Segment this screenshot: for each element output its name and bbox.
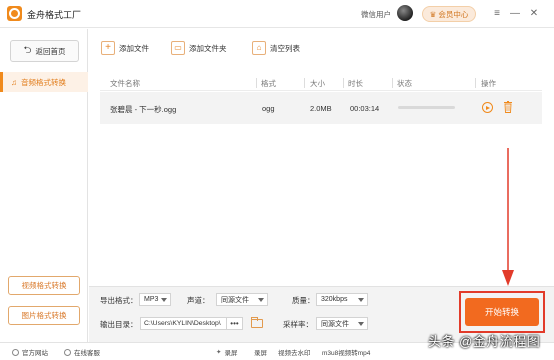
column-divider xyxy=(256,78,257,88)
sample-rate-select[interactable]: 同源文件 xyxy=(316,317,368,330)
crown-icon: ♛ xyxy=(429,9,437,19)
header-size: 大小 xyxy=(310,79,325,88)
back-arrow-icon: ⮌ xyxy=(23,44,32,56)
clear-list-label: 清空列表 xyxy=(270,43,300,53)
image-convert-button[interactable]: 图片格式转换 xyxy=(8,306,80,325)
sidebar-item-audio-convert[interactable]: ♫ 音频格式转换 xyxy=(0,72,88,92)
column-divider xyxy=(343,78,344,88)
file-duration: 00:03:14 xyxy=(350,104,380,113)
watermark-text: 头条 @金舟流程图 xyxy=(428,334,541,349)
channel-value: 同源文件 xyxy=(221,296,249,304)
add-folder-label: 添加文件夹 xyxy=(189,43,227,53)
add-file-button[interactable]: + 添加文件 xyxy=(101,40,149,56)
output-format-label: 导出格式： xyxy=(100,296,138,305)
red-arrow-annotation xyxy=(502,148,514,286)
video-convert-button[interactable]: 视频格式转换 xyxy=(8,276,80,295)
column-divider xyxy=(304,78,305,88)
start-convert-button[interactable]: 开始转换 xyxy=(465,298,539,326)
quality-select[interactable]: 320kbps xyxy=(316,293,368,306)
table-header: 文件名称 格式 大小 时长 状态 操作 xyxy=(100,75,542,91)
broom-icon: ⌂ xyxy=(252,41,266,55)
column-divider xyxy=(392,78,393,88)
progress-bar xyxy=(398,106,455,109)
output-dir-label: 输出目录： xyxy=(100,320,138,329)
channel-label: 声道： xyxy=(187,296,210,305)
globe-icon xyxy=(12,348,19,356)
header-name: 文件名称 xyxy=(110,79,140,88)
headset-icon xyxy=(64,348,71,356)
file-name: 张碧晨 - 下一秒.ogg xyxy=(110,105,177,114)
clear-list-button[interactable]: ⌂ 清空列表 xyxy=(252,40,300,56)
user-name[interactable]: 微信用户 xyxy=(361,9,391,20)
record-link[interactable]: ✦ 录屏 xyxy=(216,347,237,357)
chevron-down-icon xyxy=(161,298,167,302)
website-label: 官方网站 xyxy=(22,350,48,357)
quality-value: 320kbps xyxy=(321,296,348,303)
service-link[interactable]: 在线客服 xyxy=(64,347,100,357)
output-format-value: MP3 xyxy=(144,296,159,303)
close-icon[interactable]: ✕ xyxy=(527,6,541,20)
add-folder-button[interactable]: ▭ 添加文件夹 xyxy=(171,40,227,56)
sample-rate-value: 同源文件 xyxy=(321,320,349,328)
website-link[interactable]: 官方网站 xyxy=(12,347,48,357)
service-label: 在线客服 xyxy=(74,350,100,357)
folder-plus-icon: ▭ xyxy=(171,41,185,55)
record-label: 录屏 xyxy=(224,350,238,357)
chevron-down-icon xyxy=(258,298,264,302)
play-icon[interactable] xyxy=(482,102,493,113)
folder-icon[interactable] xyxy=(251,317,263,328)
app-logo-icon xyxy=(7,6,22,21)
app-title: 金舟格式工厂 xyxy=(27,10,82,20)
output-format-select[interactable]: MP3 xyxy=(139,293,171,306)
sample-rate-label: 采样率： xyxy=(283,320,313,329)
start-button-highlight: 开始转换 xyxy=(459,291,545,333)
record-link-2[interactable]: 录屏 xyxy=(254,347,267,357)
header-format: 格式 xyxy=(261,79,276,88)
header-action: 操作 xyxy=(481,79,496,88)
sidebar-item-label: 音频格式转换 xyxy=(21,77,66,87)
record-icon: ✦ xyxy=(216,349,222,356)
home-button[interactable]: ⮌ 返回首页 xyxy=(10,40,79,62)
home-button-label: 返回首页 xyxy=(35,46,66,56)
avatar[interactable] xyxy=(397,5,413,21)
header-duration: 时长 xyxy=(348,79,363,88)
header-status: 状态 xyxy=(397,79,412,88)
add-file-label: 添加文件 xyxy=(119,43,149,53)
file-size: 2.0MB xyxy=(310,104,332,113)
vip-label: 会员中心 xyxy=(438,9,469,19)
trash-icon[interactable] xyxy=(503,101,513,113)
audio-icon: ♫ xyxy=(11,77,17,87)
sidebar: ⮌ 返回首页 ♫ 音频格式转换 视频格式转换 图片格式转换 xyxy=(0,29,88,342)
quality-label: 质量： xyxy=(292,296,315,305)
plus-icon: + xyxy=(101,41,115,55)
vip-center-button[interactable]: ♛ 会员中心 xyxy=(422,6,476,22)
chevron-down-icon xyxy=(358,298,364,302)
menu-icon[interactable]: ≡ xyxy=(490,6,504,20)
file-format: ogg xyxy=(262,104,275,113)
table-row[interactable]: 张碧晨 - 下一秒.ogg ogg 2.0MB 00:03:14 xyxy=(100,92,542,124)
channel-select[interactable]: 同源文件 xyxy=(216,293,268,306)
remove-watermark-link[interactable]: 视频去水印 xyxy=(278,347,311,357)
column-divider xyxy=(475,78,476,88)
title-bar: 金舟格式工厂 微信用户 ♛ 会员中心 ≡ — ✕ xyxy=(0,0,554,28)
m3u8-link[interactable]: m3u8视频转mp4 xyxy=(322,347,370,357)
browse-button[interactable]: ••• xyxy=(226,317,243,330)
minimize-icon[interactable]: — xyxy=(508,6,522,20)
chevron-down-icon xyxy=(358,322,364,326)
